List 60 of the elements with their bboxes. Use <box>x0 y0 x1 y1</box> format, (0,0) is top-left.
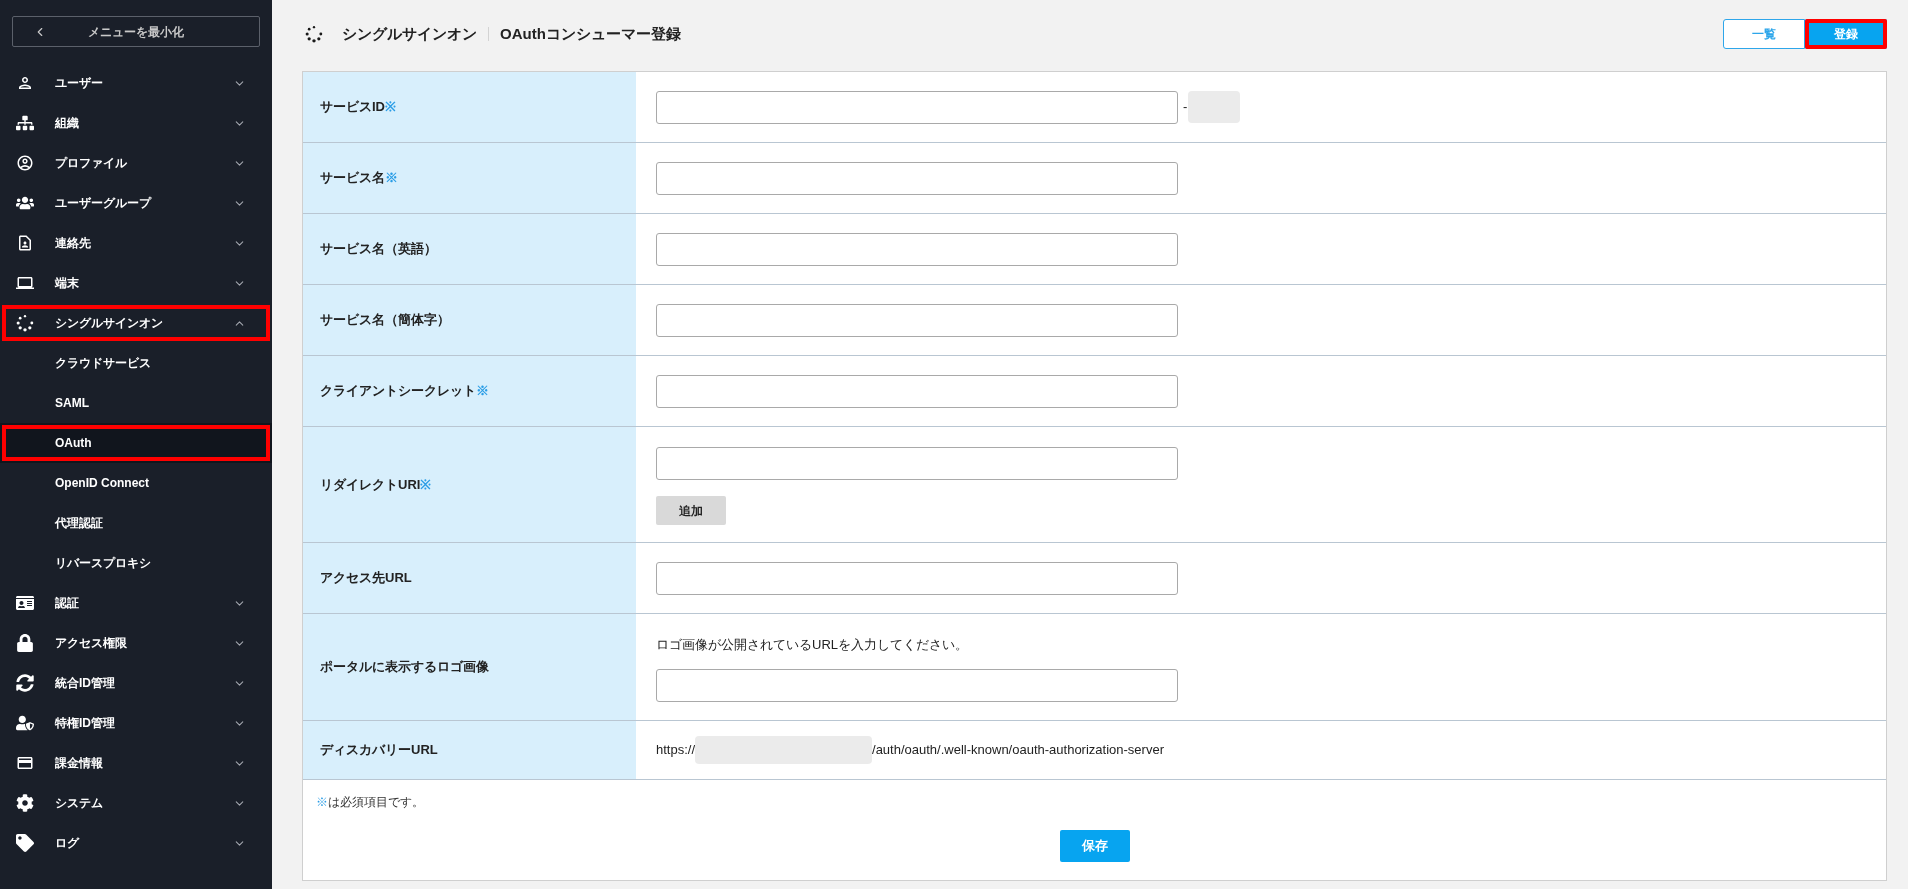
user-shield-icon <box>16 714 34 732</box>
sidebar-subitem[interactable]: OAuth <box>0 423 272 463</box>
sidebar-item[interactable]: 認証 <box>0 583 272 623</box>
field-label: サービスID※ <box>320 98 396 117</box>
users-icon <box>16 194 34 212</box>
field-label: サービス名（簡体字） <box>320 311 450 330</box>
page-title: OAuthコンシューマー登録 <box>500 23 681 44</box>
laptop-icon <box>16 274 34 292</box>
contact-page-icon <box>16 234 34 252</box>
settings-icon <box>16 794 34 812</box>
sidebar-item[interactable]: システム <box>0 783 272 823</box>
sidebar-item[interactable]: 特権ID管理 <box>0 703 272 743</box>
field-label: サービス名※ <box>320 169 398 188</box>
sync-icon <box>16 674 34 692</box>
section-title: シングルサインオン <box>342 23 477 44</box>
field-label: ポータルに表示するロゴ画像 <box>320 658 489 677</box>
id-card-icon <box>16 594 34 612</box>
dotted-ring-icon <box>305 25 323 43</box>
input-field[interactable] <box>656 447 1178 480</box>
sidebar-item[interactable]: 課金情報 <box>0 743 272 783</box>
field-label: クライアントシークレット※ <box>320 382 489 401</box>
input-field[interactable] <box>656 669 1178 702</box>
sidebar-subitem[interactable]: OpenID Connect <box>0 463 272 503</box>
sidebar-item[interactable]: 統合ID管理 <box>0 663 272 703</box>
input-field[interactable] <box>656 232 1178 266</box>
sidebar-item[interactable]: ユーザー <box>0 63 272 103</box>
field-label: アクセス先URL <box>320 569 412 588</box>
input-field[interactable] <box>656 303 1178 337</box>
sidebar-item[interactable]: 組織 <box>0 103 272 143</box>
sidebar-item[interactable]: ログ <box>0 823 272 863</box>
help-text: ロゴ画像が公開されているURLを入力してください。 <box>656 636 968 654</box>
url-prefix-text: https:// <box>656 741 696 760</box>
dotted-ring-icon <box>16 314 34 332</box>
input-field[interactable] <box>656 161 1178 195</box>
field-label: リダイレクトURI※ <box>320 475 432 494</box>
required-note: ※は必須項目です。 <box>316 794 424 810</box>
sidebar-subitem[interactable]: リバースプロキシ <box>0 543 272 583</box>
collapse-menu-button[interactable]: メニューを最小化 <box>12 16 260 47</box>
dash-text: - <box>1183 98 1188 117</box>
sidebar-item[interactable]: ユーザーグループ <box>0 183 272 223</box>
input-field[interactable] <box>656 90 1178 124</box>
credit-card-icon <box>16 754 34 772</box>
sidebar-item[interactable]: プロファイル <box>0 143 272 183</box>
add-button[interactable]: 追加 <box>656 496 726 525</box>
input-field[interactable] <box>656 374 1178 408</box>
sidebar-subitem[interactable]: クラウドサービス <box>0 343 272 383</box>
sitemap-icon <box>16 114 34 132</box>
sidebar-item[interactable]: シングルサインオン <box>0 303 272 343</box>
tag-icon <box>16 834 34 852</box>
lock-icon <box>16 634 34 652</box>
input-field[interactable] <box>656 561 1178 595</box>
url-path-text: /auth/oauth/.well-known/oauth-authorization-server <box>872 741 1164 760</box>
sidebar-subitem[interactable]: 代理認証 <box>0 503 272 543</box>
field-label: サービス名（英語） <box>320 240 437 259</box>
sidebar-item[interactable]: 連絡先 <box>0 223 272 263</box>
field-label: ディスカバリーURL <box>320 741 438 760</box>
sidebar-item[interactable]: 端末 <box>0 263 272 303</box>
sidebar-subitem[interactable]: SAML <box>0 383 272 423</box>
person-icon <box>16 74 34 92</box>
sidebar-item[interactable]: アクセス権限 <box>0 623 272 663</box>
